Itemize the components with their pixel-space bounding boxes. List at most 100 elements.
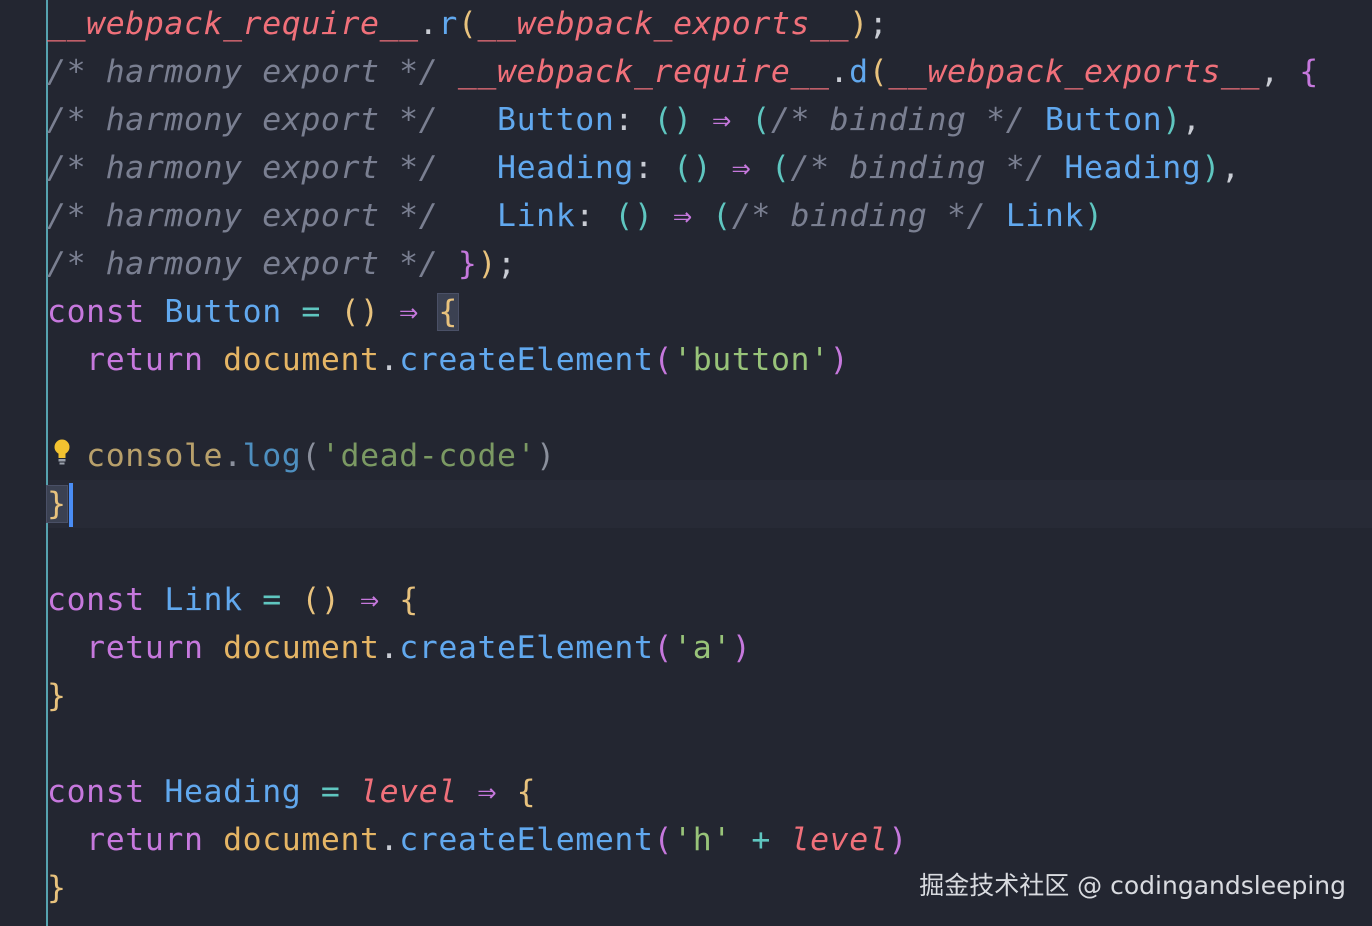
code-token: = bbox=[301, 774, 361, 810]
code-line[interactable]: return document.createElement('button') bbox=[47, 336, 1367, 384]
code-token: document bbox=[223, 822, 380, 858]
code-token: Heading bbox=[1064, 150, 1202, 186]
code-token: } bbox=[47, 870, 67, 906]
code-token: __webpack_require__ bbox=[457, 54, 830, 90]
code-token: document bbox=[223, 630, 380, 666]
code-token: Link bbox=[1005, 198, 1084, 234]
code-token: ⇒ bbox=[653, 198, 713, 234]
code-token: return bbox=[47, 342, 224, 378]
code-token: ( bbox=[770, 150, 791, 186]
code-token: , bbox=[1260, 54, 1300, 90]
code-line[interactable]: /* harmony export */ __webpack_require__… bbox=[47, 48, 1367, 96]
code-token: ) bbox=[1162, 102, 1182, 138]
code-token: log bbox=[242, 438, 302, 474]
code-token: level bbox=[790, 822, 889, 858]
text-cursor bbox=[68, 483, 73, 527]
code-line[interactable] bbox=[47, 384, 1367, 432]
code-token: __webpack_exports__ bbox=[888, 54, 1261, 90]
code-token: = bbox=[242, 582, 302, 618]
code-token: ( bbox=[653, 342, 674, 378]
code-token: ( bbox=[751, 102, 771, 138]
code-token: Link bbox=[497, 198, 576, 234]
code-token: return bbox=[47, 822, 224, 858]
code-token: { bbox=[437, 293, 459, 331]
code-token: createElement bbox=[399, 630, 654, 666]
code-token: , bbox=[1220, 150, 1241, 186]
code-token: { bbox=[399, 582, 419, 618]
code-token: /* harmony export */ bbox=[47, 102, 497, 138]
code-token: /* binding */ bbox=[790, 150, 1065, 186]
code-line[interactable]: /* harmony export */ Heading: () ⇒ (/* b… bbox=[47, 144, 1367, 192]
code-token: ) bbox=[731, 630, 752, 666]
code-token: ; bbox=[497, 246, 517, 282]
code-token: console bbox=[47, 438, 224, 474]
code-token: 'h' bbox=[673, 822, 732, 858]
code-token: /* binding */ bbox=[731, 198, 1006, 234]
code-line[interactable]: const Button = () ⇒ { bbox=[47, 288, 1367, 336]
code-token: { bbox=[1299, 54, 1319, 90]
lightbulb-icon[interactable] bbox=[53, 438, 71, 470]
code-token: ) bbox=[1084, 198, 1104, 234]
code-token: + bbox=[731, 822, 791, 858]
code-token: const bbox=[47, 294, 165, 330]
code-line[interactable]: const Link = () ⇒ { bbox=[47, 576, 1367, 624]
code-token: /* harmony export */ bbox=[47, 54, 458, 90]
code-token: () bbox=[653, 102, 693, 138]
code-line[interactable]: /* harmony export */ Link: () ⇒ (/* bind… bbox=[47, 192, 1367, 240]
code-token: createElement bbox=[399, 342, 654, 378]
code-line[interactable]: /* harmony export */ }); bbox=[47, 240, 1367, 288]
code-area[interactable]: __webpack_require__.r(__webpack_exports_… bbox=[46, 0, 1367, 912]
code-line[interactable] bbox=[47, 720, 1367, 768]
code-token: : bbox=[614, 102, 654, 138]
code-line[interactable]: console.log('dead-code') bbox=[47, 432, 1367, 480]
watermark: 掘金技术社区 @ codingandsleeping bbox=[919, 871, 1346, 900]
code-token: Heading bbox=[164, 774, 302, 810]
code-token: 'dead-code' bbox=[320, 438, 537, 474]
code-token: const bbox=[47, 774, 165, 810]
code-token: . bbox=[379, 342, 400, 378]
code-token: ) bbox=[477, 246, 498, 282]
code-line[interactable]: const Heading = level ⇒ { bbox=[47, 768, 1367, 816]
code-line[interactable]: } bbox=[47, 672, 1367, 720]
code-line[interactable]: } bbox=[46, 480, 1367, 528]
code-token: 'a' bbox=[673, 630, 732, 666]
code-token: : bbox=[633, 150, 674, 186]
code-token: () bbox=[614, 198, 654, 234]
code-token: ⇒ bbox=[379, 294, 439, 330]
code-token: Button bbox=[1044, 102, 1163, 138]
code-token: ⇒ bbox=[692, 102, 752, 138]
code-line[interactable]: /* harmony export */ Button: () ⇒ (/* bi… bbox=[47, 96, 1367, 144]
code-token: ) bbox=[849, 6, 869, 42]
code-token: { bbox=[516, 774, 537, 810]
code-line[interactable]: return document.createElement('h' + leve… bbox=[47, 816, 1367, 864]
code-token: ) bbox=[536, 438, 556, 474]
code-token: ⇒ bbox=[712, 150, 771, 186]
code-token: Link bbox=[164, 582, 243, 618]
code-token: ) bbox=[888, 822, 908, 858]
code-line[interactable] bbox=[47, 528, 1367, 576]
code-token: __webpack_require__ bbox=[47, 6, 419, 42]
code-line[interactable]: return document.createElement('a') bbox=[47, 624, 1367, 672]
code-token: ; bbox=[868, 6, 889, 42]
code-token: ⇒ bbox=[340, 582, 400, 618]
code-token: return bbox=[47, 630, 224, 666]
code-token: /* binding */ bbox=[770, 102, 1045, 138]
code-token: ) bbox=[829, 342, 850, 378]
code-token: ⇒ bbox=[457, 774, 517, 810]
code-token: ( bbox=[301, 438, 321, 474]
code-token: 'button' bbox=[673, 342, 830, 378]
code-token: ( bbox=[653, 630, 674, 666]
code-token: . bbox=[379, 822, 400, 858]
code-token: d bbox=[849, 54, 869, 90]
code-token: ) bbox=[1201, 150, 1221, 186]
code-token: createElement bbox=[399, 822, 654, 858]
code-token: /* harmony export */ bbox=[47, 198, 497, 234]
code-line[interactable]: __webpack_require__.r(__webpack_exports_… bbox=[47, 0, 1367, 48]
code-token: ( bbox=[868, 54, 889, 90]
code-token: ( bbox=[457, 6, 478, 42]
code-token: () bbox=[301, 582, 341, 618]
code-token: Heading bbox=[497, 150, 634, 186]
code-token: level bbox=[360, 774, 458, 810]
code-editor[interactable]: __webpack_require__.r(__webpack_exports_… bbox=[0, 0, 1372, 926]
code-token: . bbox=[379, 630, 400, 666]
